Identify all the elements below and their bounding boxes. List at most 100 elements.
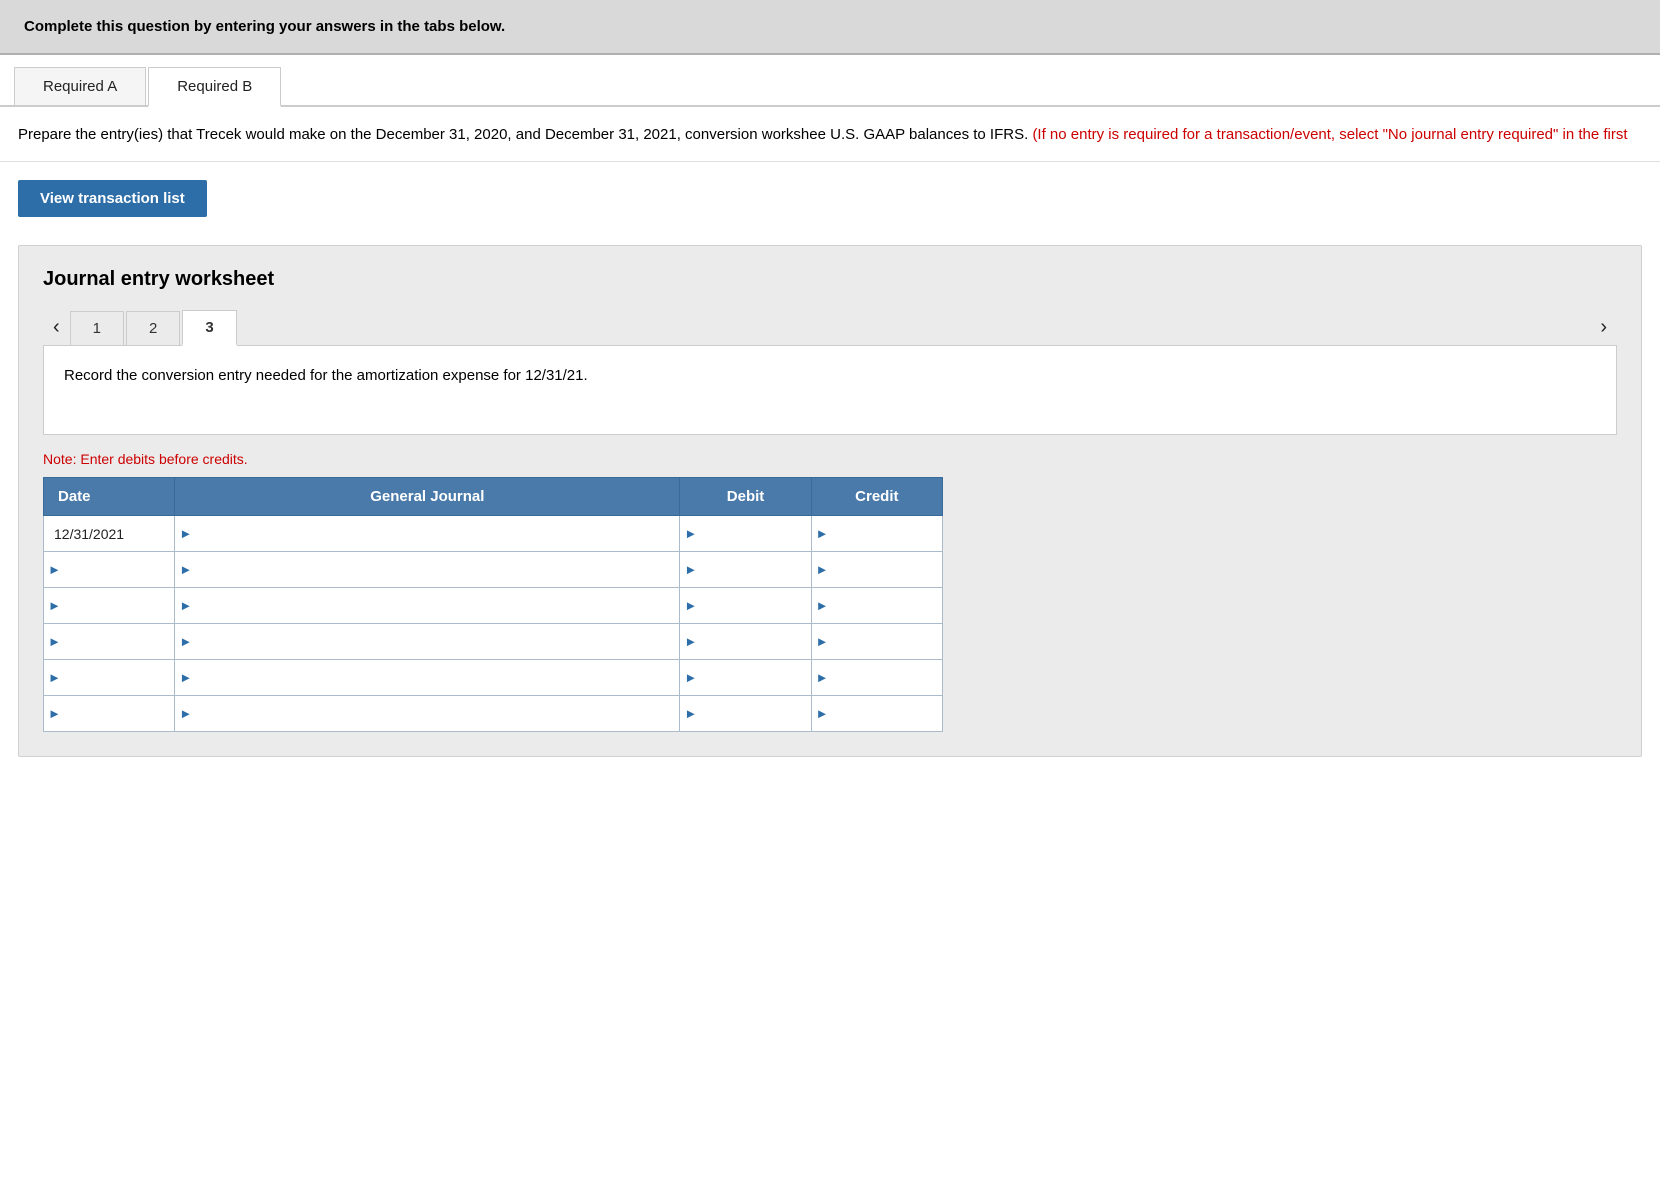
credit-input-1[interactable] — [833, 552, 942, 587]
journal-input-0[interactable] — [196, 516, 679, 551]
credit-cell-5[interactable]: ► — [811, 696, 942, 732]
arrow-icon: ► — [175, 634, 196, 649]
credit-cell-0[interactable]: ► — [811, 516, 942, 552]
arrow-icon: ► — [680, 562, 701, 577]
credit-input-3[interactable] — [833, 624, 942, 659]
debit-input-0[interactable] — [701, 516, 810, 551]
instruction-text: Complete this question by entering your … — [24, 18, 505, 35]
arrow-icon: ► — [812, 670, 833, 685]
arrow-icon: ► — [175, 526, 196, 541]
date-input-2[interactable] — [65, 588, 174, 623]
credit-input-5[interactable] — [833, 696, 942, 731]
col-header-credit: Credit — [811, 478, 942, 516]
col-header-date: Date — [44, 478, 175, 516]
arrow-icon: ► — [812, 562, 833, 577]
arrow-icon: ► — [680, 706, 701, 721]
arrow-icon: ► — [44, 670, 65, 685]
entry-tab-3[interactable]: 3 — [182, 310, 236, 346]
credit-cell-2[interactable]: ► — [811, 588, 942, 624]
date-input-5[interactable] — [65, 696, 174, 731]
instruction-main-text: Prepare the entry(ies) that Trecek would… — [18, 126, 1028, 143]
table-row: ► ► ► — [44, 552, 943, 588]
date-cell-3[interactable]: ► — [44, 624, 175, 660]
journal-cell-0[interactable]: ► — [175, 516, 680, 552]
arrow-icon: ► — [44, 562, 65, 577]
date-cell-0: 12/31/2021 — [44, 516, 175, 552]
date-cell-2[interactable]: ► — [44, 588, 175, 624]
debit-input-2[interactable] — [701, 588, 810, 623]
worksheet-title: Journal entry worksheet — [43, 268, 1617, 291]
date-cell-5[interactable]: ► — [44, 696, 175, 732]
journal-cell-3[interactable]: ► — [175, 624, 680, 660]
date-input-1[interactable] — [65, 552, 174, 587]
table-row: ► ► ► — [44, 660, 943, 696]
credit-cell-4[interactable]: ► — [811, 660, 942, 696]
journal-input-2[interactable] — [196, 588, 679, 623]
debit-cell-3[interactable]: ► — [680, 624, 811, 660]
instruction-red-text: (If no entry is required for a transacti… — [1032, 126, 1627, 143]
arrow-icon: ► — [44, 634, 65, 649]
credit-cell-1[interactable]: ► — [811, 552, 942, 588]
arrow-icon: ► — [44, 706, 65, 721]
tab-required-b[interactable]: Required B — [148, 67, 281, 107]
table-row: ► ► ► — [44, 696, 943, 732]
debit-input-1[interactable] — [701, 552, 810, 587]
arrow-icon: ► — [680, 670, 701, 685]
debit-cell-1[interactable]: ► — [680, 552, 811, 588]
arrow-icon: ► — [175, 562, 196, 577]
arrow-icon: ► — [175, 706, 196, 721]
entry-tab-1[interactable]: 1 — [70, 311, 124, 345]
arrow-icon: ► — [680, 526, 701, 541]
journal-cell-4[interactable]: ► — [175, 660, 680, 696]
entry-prev-button[interactable]: ‹ — [43, 310, 70, 345]
arrow-icon: ► — [680, 598, 701, 613]
arrow-icon: ► — [175, 598, 196, 613]
date-cell-1[interactable]: ► — [44, 552, 175, 588]
main-tabs: Required A Required B — [0, 65, 1660, 107]
arrow-icon: ► — [812, 634, 833, 649]
credit-input-4[interactable] — [833, 660, 942, 695]
debit-cell-4[interactable]: ► — [680, 660, 811, 696]
table-row: ► ► ► — [44, 624, 943, 660]
col-header-journal: General Journal — [175, 478, 680, 516]
debit-cell-5[interactable]: ► — [680, 696, 811, 732]
tab-required-a[interactable]: Required A — [14, 67, 146, 105]
date-cell-4[interactable]: ► — [44, 660, 175, 696]
arrow-icon: ► — [680, 634, 701, 649]
date-input-4[interactable] — [65, 660, 174, 695]
instruction-block: Prepare the entry(ies) that Trecek would… — [0, 107, 1660, 162]
journal-input-4[interactable] — [196, 660, 679, 695]
arrow-icon: ► — [44, 598, 65, 613]
journal-input-1[interactable] — [196, 552, 679, 587]
view-transaction-button[interactable]: View transaction list — [18, 180, 207, 217]
col-header-debit: Debit — [680, 478, 811, 516]
debit-input-4[interactable] — [701, 660, 810, 695]
entry-description-box: Record the conversion entry needed for t… — [43, 345, 1617, 435]
entry-description-text: Record the conversion entry needed for t… — [64, 367, 588, 384]
journal-entry-worksheet: Journal entry worksheet ‹ 1 2 3 › Record… — [18, 245, 1642, 757]
date-input-3[interactable] — [65, 624, 174, 659]
table-row: ► ► ► — [44, 588, 943, 624]
entry-next-button[interactable]: › — [1590, 310, 1617, 345]
arrow-icon: ► — [812, 526, 833, 541]
journal-cell-5[interactable]: ► — [175, 696, 680, 732]
journal-input-3[interactable] — [196, 624, 679, 659]
entry-tab-2[interactable]: 2 — [126, 311, 180, 345]
instruction-bar: Complete this question by entering your … — [0, 0, 1660, 55]
journal-table: Date General Journal Debit Credit 12/31/… — [43, 477, 943, 732]
entry-tabs-row: ‹ 1 2 3 › — [43, 309, 1617, 345]
journal-input-5[interactable] — [196, 696, 679, 731]
arrow-icon: ► — [812, 706, 833, 721]
debit-cell-2[interactable]: ► — [680, 588, 811, 624]
journal-cell-1[interactable]: ► — [175, 552, 680, 588]
debit-cell-0[interactable]: ► — [680, 516, 811, 552]
note-text: Note: Enter debits before credits. — [43, 451, 1617, 467]
debit-input-3[interactable] — [701, 624, 810, 659]
debit-input-5[interactable] — [701, 696, 810, 731]
credit-input-2[interactable] — [833, 588, 942, 623]
arrow-icon: ► — [812, 598, 833, 613]
credit-cell-3[interactable]: ► — [811, 624, 942, 660]
credit-input-0[interactable] — [833, 516, 942, 551]
table-row: 12/31/2021 ► ► ► — [44, 516, 943, 552]
journal-cell-2[interactable]: ► — [175, 588, 680, 624]
